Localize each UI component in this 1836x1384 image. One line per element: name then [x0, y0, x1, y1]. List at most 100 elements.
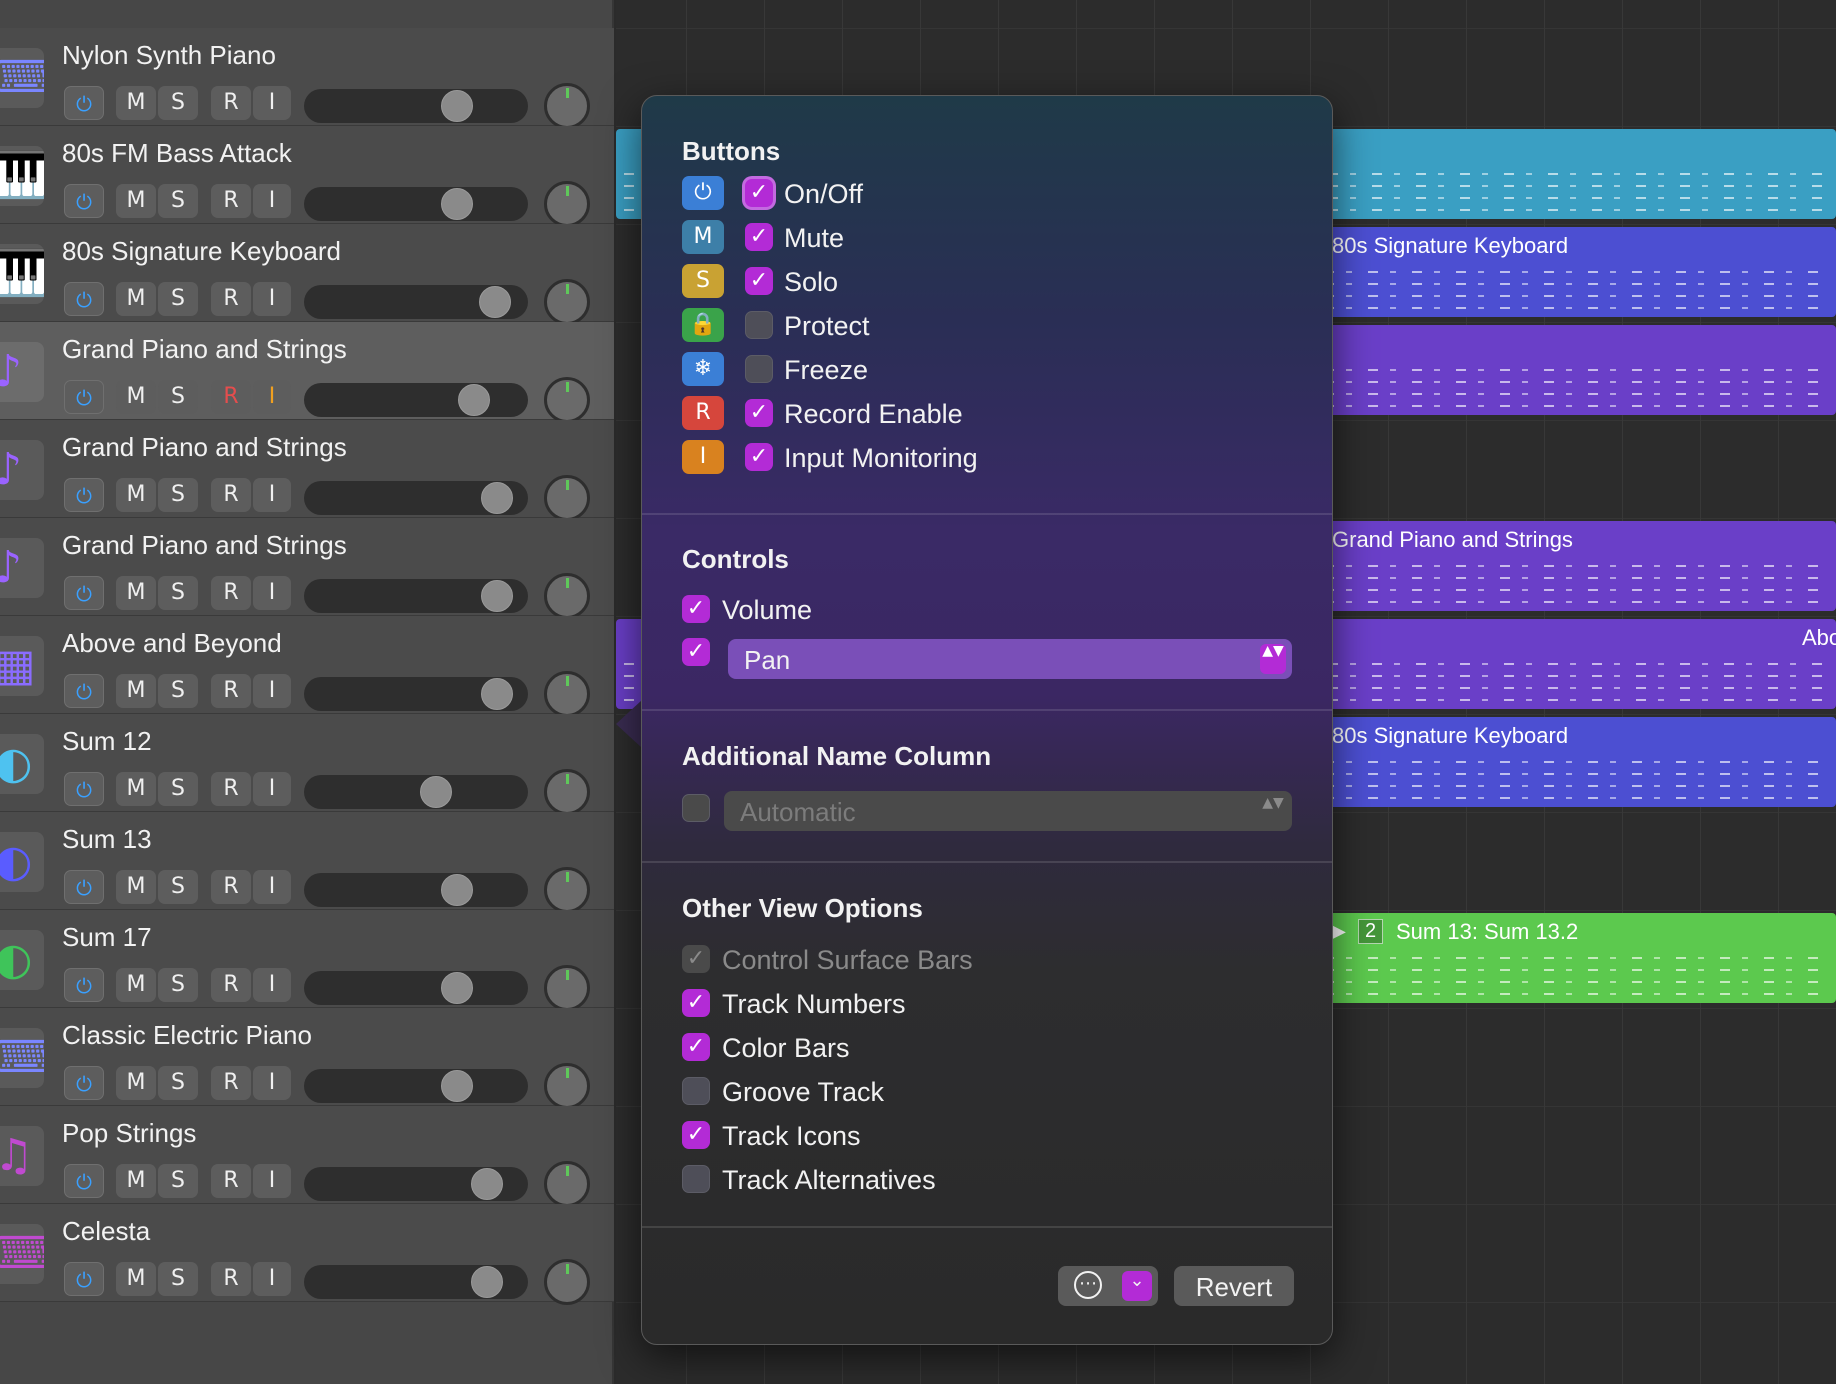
solo-button[interactable]: S: [158, 184, 198, 218]
input-monitoring-button[interactable]: I: [253, 380, 291, 414]
mute-button[interactable]: M: [116, 576, 156, 610]
solo-button[interactable]: S: [158, 576, 198, 610]
volume-slider-thumb[interactable]: [479, 286, 511, 318]
pan-checkbox[interactable]: ✓: [682, 638, 710, 666]
track-name[interactable]: Grand Piano and Strings: [62, 334, 347, 365]
volume-slider-thumb[interactable]: [471, 1168, 503, 1200]
pan-knob[interactable]: [544, 279, 590, 325]
volume-slider-thumb[interactable]: [471, 1266, 503, 1298]
view-option-row[interactable]: ✓ Color Bars: [682, 1029, 1302, 1069]
input-monitoring-button[interactable]: I: [253, 870, 291, 904]
button-option-row[interactable]: ❄ ✓ Freeze: [682, 352, 1282, 392]
input-monitoring-button[interactable]: I: [253, 576, 291, 610]
volume-slider[interactable]: [304, 1265, 528, 1299]
midi-region[interactable]: 80s Signature Keyboard: [1316, 717, 1836, 807]
input-monitoring-button[interactable]: I: [253, 282, 291, 316]
pan-knob[interactable]: [544, 83, 590, 129]
keyboard-stand-icon[interactable]: ⌨: [0, 48, 44, 108]
button-option-checkbox[interactable]: ✓: [745, 267, 773, 295]
input-monitoring-button[interactable]: I: [253, 1164, 291, 1198]
power-button[interactable]: ⏻: [64, 380, 104, 414]
midi-region[interactable]: ▶ 2 Sum 13: Sum 13.2: [1316, 913, 1836, 1003]
track-name[interactable]: Pop Strings: [62, 1118, 196, 1149]
input-monitoring-button[interactable]: I: [253, 674, 291, 708]
solo-button[interactable]: S: [158, 1164, 198, 1198]
volume-slider-thumb[interactable]: [420, 776, 452, 808]
power-button[interactable]: ⏻: [64, 968, 104, 1002]
record-enable-button[interactable]: R: [211, 1066, 251, 1100]
pan-knob[interactable]: [544, 671, 590, 717]
track-header-row[interactable]: ⌨ Celesta ⏻ M S R I: [0, 1204, 614, 1305]
solo-button[interactable]: S: [158, 86, 198, 120]
volume-slider-thumb[interactable]: [481, 580, 513, 612]
volume-slider[interactable]: [304, 285, 528, 319]
track-name[interactable]: Grand Piano and Strings: [62, 530, 347, 561]
mute-button[interactable]: M: [116, 86, 156, 120]
record-enable-button[interactable]: R: [211, 86, 251, 120]
pan-knob[interactable]: [544, 475, 590, 521]
action-menu-button[interactable]: ⋯ ⌄: [1058, 1266, 1158, 1306]
grand-piano-icon[interactable]: ♪: [0, 440, 44, 500]
volume-slider-thumb[interactable]: [441, 874, 473, 906]
volume-slider[interactable]: [304, 89, 528, 123]
button-option-row[interactable]: M ✓ Mute: [682, 220, 1282, 260]
power-button[interactable]: ⏻: [64, 478, 104, 512]
record-enable-button[interactable]: R: [211, 478, 251, 512]
record-enable-button[interactable]: R: [211, 282, 251, 316]
mute-button[interactable]: M: [116, 184, 156, 218]
view-option-checkbox[interactable]: ✓: [682, 1165, 710, 1193]
volume-slider[interactable]: [304, 383, 528, 417]
button-option-row[interactable]: R ✓ Record Enable: [682, 396, 1282, 436]
solo-button[interactable]: S: [158, 870, 198, 904]
volume-slider[interactable]: [304, 187, 528, 221]
input-monitoring-button[interactable]: I: [253, 772, 291, 806]
pan-knob[interactable]: [544, 867, 590, 913]
view-option-row[interactable]: ✓ Track Alternatives: [682, 1161, 1302, 1201]
synth-keyboard-icon[interactable]: 🎹: [0, 146, 44, 206]
electric-piano-icon[interactable]: ⌨: [0, 1028, 44, 1088]
volume-option[interactable]: ✓ Volume: [682, 591, 1302, 631]
solo-button[interactable]: S: [158, 380, 198, 414]
power-button[interactable]: ⏻: [64, 282, 104, 316]
mute-button[interactable]: M: [116, 1262, 156, 1296]
track-name[interactable]: 80s Signature Keyboard: [62, 236, 341, 267]
track-name[interactable]: Sum 17: [62, 922, 152, 953]
mute-button[interactable]: M: [116, 1164, 156, 1198]
input-monitoring-button[interactable]: I: [253, 1262, 291, 1296]
power-button[interactable]: ⏻: [64, 674, 104, 708]
input-monitoring-button[interactable]: I: [253, 86, 291, 120]
volume-slider[interactable]: [304, 579, 528, 613]
summing-stack-icon[interactable]: ◐: [0, 930, 44, 990]
solo-button[interactable]: S: [158, 1066, 198, 1100]
track-header-row[interactable]: ♫ Pop Strings ⏻ M S R I: [0, 1106, 614, 1207]
track-name[interactable]: Grand Piano and Strings: [62, 432, 347, 463]
button-option-checkbox[interactable]: ✓: [745, 223, 773, 251]
pan-knob[interactable]: [544, 1161, 590, 1207]
power-button[interactable]: ⏻: [64, 576, 104, 610]
mute-button[interactable]: M: [116, 674, 156, 708]
button-option-checkbox[interactable]: ✓: [745, 443, 773, 471]
button-option-row[interactable]: I ✓ Input Monitoring: [682, 440, 1282, 480]
solo-button[interactable]: S: [158, 282, 198, 316]
power-button[interactable]: ⏻: [64, 86, 104, 120]
volume-slider-thumb[interactable]: [441, 972, 473, 1004]
view-option-checkbox[interactable]: ✓: [682, 989, 710, 1017]
volume-slider[interactable]: [304, 873, 528, 907]
volume-slider-thumb[interactable]: [441, 1070, 473, 1102]
view-option-checkbox[interactable]: ✓: [682, 1077, 710, 1105]
name-column-checkbox[interactable]: [682, 794, 710, 822]
record-enable-button[interactable]: R: [211, 380, 251, 414]
record-enable-button[interactable]: R: [211, 184, 251, 218]
summing-stack-icon[interactable]: ◐: [0, 832, 44, 892]
button-option-row[interactable]: 🔒 ✓ Protect: [682, 308, 1282, 348]
volume-slider[interactable]: [304, 481, 528, 515]
grand-piano-icon[interactable]: ♪: [0, 538, 44, 598]
pan-popup[interactable]: Pan ▲▼: [728, 639, 1292, 679]
button-option-checkbox[interactable]: ✓: [745, 311, 773, 339]
track-name[interactable]: Sum 12: [62, 726, 152, 757]
pan-knob[interactable]: [544, 965, 590, 1011]
record-enable-button[interactable]: R: [211, 674, 251, 708]
pan-knob[interactable]: [544, 181, 590, 227]
record-enable-button[interactable]: R: [211, 1262, 251, 1296]
midi-region[interactable]: [1316, 325, 1836, 415]
